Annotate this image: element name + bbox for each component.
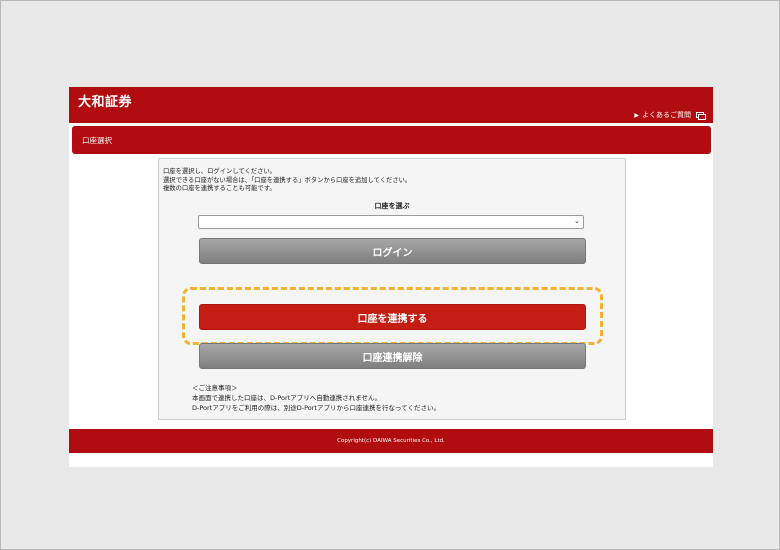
header-bar: 大和証券 ▶ よくあるご質問 [69,87,713,123]
faq-link-label: よくあるご質問 [642,111,691,119]
new-window-icon [696,111,706,120]
instructions: 口座を選択し、ログインしてください。 選択できる口座がない場合は、「口座を連携す… [163,168,618,194]
instruction-line: 選択できる口座がない場合は、「口座を連携する」ボタンから口座を追加してください。 [163,176,412,184]
account-select-label: 口座を選ぶ [374,202,410,210]
page-title-bar: 口座選択 [72,126,711,154]
account-select-panel: 口座を選択し、ログインしてください。 選択できる口座がない場合は、「口座を連携す… [158,158,626,420]
account-select[interactable]: ⌄ [198,215,584,229]
brand-logo: 大和証券 [78,95,133,110]
notes-line: D-Portアプリをご利用の際は、別途D-Portアプリから口座連携を行なってく… [192,404,440,412]
chevron-down-icon: ⌄ [574,217,580,225]
browser-page: 大和証券 ▶ よくあるご質問 口座選択 口座を選択し、ログインしてください。 選… [69,87,713,467]
link-account-button[interactable]: 口座を連携する [199,304,586,330]
faq-link[interactable]: ▶ よくあるご質問 [634,110,706,120]
footer-bar: Copyright(c) DAIWA Securities Co., Ltd. [69,429,713,453]
copyright-text: Copyright(c) DAIWA Securities Co., Ltd. [337,438,445,444]
login-button[interactable]: ログイン [199,238,586,264]
page-title: 口座選択 [82,136,112,145]
notes: ＜ご注意事項＞ 本画面で連携した口座は、D-Portアプリへ自動連携されません。… [192,383,440,413]
instruction-line: 口座を選択し、ログインしてください。 [163,168,276,175]
unlink-account-button[interactable]: 口座連携解除 [199,343,586,369]
instruction-line: 複数の口座を連携することも可能です。 [163,185,276,193]
triangle-right-icon: ▶ [634,111,639,119]
notes-heading: ＜ご注意事項＞ [192,384,238,392]
notes-line: 本画面で連携した口座は、D-Portアプリへ自動連携されません。 [192,394,382,402]
